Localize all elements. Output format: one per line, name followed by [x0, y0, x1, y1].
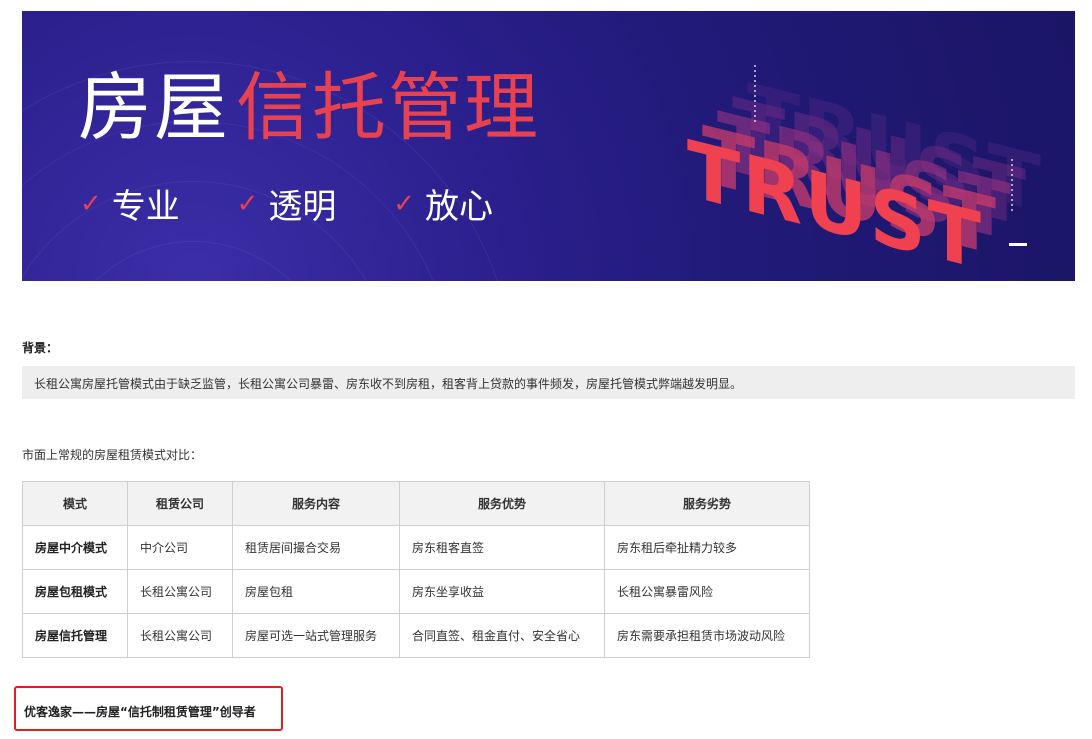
table-cell: 房东租客直签: [399, 525, 605, 570]
highlight-box: 优客逸家——房屋“信托制租赁管理”创导者: [14, 686, 283, 731]
table-row: 房屋包租模式 长租公寓公司 房屋包租 房东坐享收益 长租公寓暴雷风险: [22, 569, 810, 614]
table-cell: 房屋包租模式: [22, 569, 128, 614]
slogan-item: ✓ 透明: [237, 179, 337, 228]
table-header-cell: 服务优势: [399, 481, 605, 526]
slogan-label: 专业: [111, 187, 180, 227]
slogan-label: 放心: [425, 187, 494, 227]
table-header-cell: 服务劣势: [604, 481, 810, 526]
check-icon: ✓: [393, 188, 416, 219]
table-cell: 房屋包租: [232, 569, 400, 614]
trust-3d-text: TRUST TRUST TRUST TRUST TRUST: [687, 65, 1043, 271]
table-cell: 房东坐享收益: [399, 569, 605, 614]
check-icon: ✓: [236, 188, 259, 219]
background-box: 长租公寓房屋托管模式由于缺乏监管，长租公寓公司暴雷、房东收不到房租，租客背上贷款…: [22, 366, 1075, 399]
table-header-cell: 租赁公司: [127, 481, 233, 526]
table-header-row: 模式 租赁公司 服务内容 服务优势 服务劣势: [22, 481, 810, 526]
banner-title-red: 信托管理: [236, 65, 540, 151]
table-cell: 合同直签、租金直付、安全省心: [399, 613, 605, 658]
table-row: 房屋信托管理 长租公寓公司 房屋可选一站式管理服务 合同直签、租金直付、安全省心…: [22, 613, 810, 658]
banner-slogans: ✓ 专业 ✓ 透明 ✓ 放心: [80, 179, 539, 228]
table-header-cell: 模式: [22, 481, 128, 526]
table-header-cell: 服务内容: [232, 481, 400, 526]
banner-title-white: 房屋: [78, 65, 230, 151]
table-cell: 房屋信托管理: [22, 613, 128, 658]
table-cell: 长租公寓暴雷风险: [604, 569, 810, 614]
background-text: 长租公寓房屋托管模式由于缺乏监管，长租公寓公司暴雷、房东收不到房租，租客背上贷款…: [34, 377, 743, 391]
slogan-item: ✓ 放心: [393, 179, 493, 228]
table-cell: 房屋可选一站式管理服务: [232, 613, 400, 658]
highlight-text: 优客逸家——房屋“信托制租赁管理”创导者: [24, 705, 256, 719]
compare-title: 市面上常规的房屋租赁模式对比：: [22, 448, 203, 462]
banner-title: 房屋信托管理: [78, 71, 540, 145]
hero-banner: 房屋信托管理 ✓ 专业 ✓ 透明 ✓ 放心 TRUST TRUST TRUST …: [22, 11, 1075, 281]
slogan-label: 透明: [268, 187, 337, 227]
table-cell: 房东租后牵扯精力较多: [604, 525, 810, 570]
background-title: 背景：: [22, 341, 59, 355]
trust-graphic: TRUST TRUST TRUST TRUST TRUST: [677, 51, 1057, 271]
comparison-table: 模式 租赁公司 服务内容 服务优势 服务劣势 房屋中介模式 中介公司 租赁居间撮…: [22, 481, 810, 658]
slogan-item: ✓ 专业: [80, 179, 180, 228]
table-cell: 房屋中介模式: [22, 525, 128, 570]
table-cell: 租赁居间撮合交易: [232, 525, 400, 570]
check-icon: ✓: [80, 188, 102, 219]
table-cell: 中介公司: [127, 525, 233, 570]
banner-dash: [1009, 243, 1027, 246]
table-cell: 房东需要承担租赁市场波动风险: [604, 613, 810, 658]
table-cell: 长租公寓公司: [127, 569, 233, 614]
table-row: 房屋中介模式 中介公司 租赁居间撮合交易 房东租客直签 房东租后牵扯精力较多: [22, 525, 810, 570]
table-cell: 长租公寓公司: [127, 613, 233, 658]
